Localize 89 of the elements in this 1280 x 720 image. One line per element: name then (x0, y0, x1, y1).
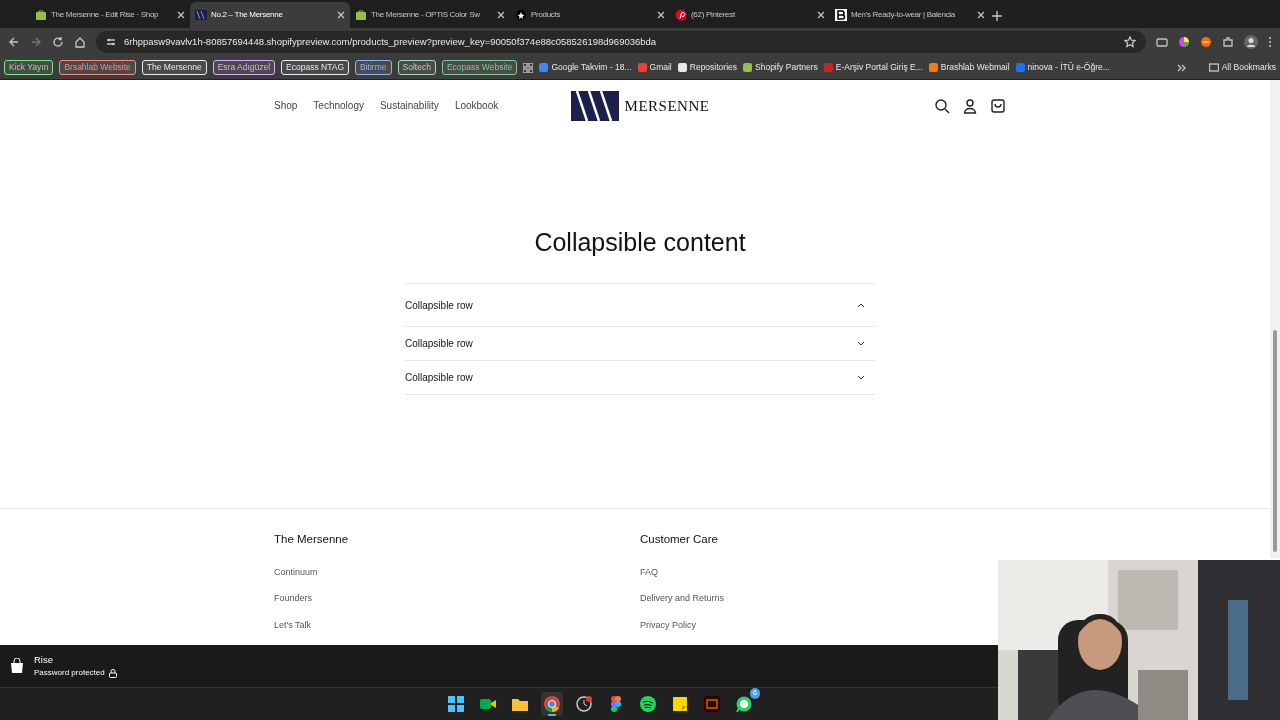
bag-icon (35, 9, 47, 21)
avatar-icon[interactable] (1244, 35, 1258, 49)
cart-icon[interactable] (990, 97, 1006, 114)
footer-heading: Customer Care (640, 532, 719, 548)
bookmark[interactable]: Ecopass Website (441, 60, 518, 75)
clock-icon (575, 695, 593, 713)
tune-icon (106, 37, 116, 47)
browser-tab[interactable]: Men's Ready-to-wear | Balencia (830, 2, 990, 28)
scroll-bar[interactable] (1270, 80, 1280, 558)
bookmark[interactable]: Gmail (637, 61, 672, 74)
spotify-icon (639, 695, 657, 713)
chrome-icon (543, 695, 561, 713)
tab-title: Products (531, 9, 562, 21)
all-bookmarks[interactable]: All Bookmarks (1208, 61, 1276, 74)
menu-icon[interactable] (1268, 36, 1272, 48)
nav-link[interactable]: Lookbook (454, 98, 499, 114)
status-text: Password protected (34, 667, 105, 680)
footer-link[interactable]: Continuum (274, 566, 318, 577)
forward-icon[interactable] (30, 36, 42, 48)
bookmark[interactable]: Soltech (397, 60, 436, 75)
stripes-icon (195, 9, 207, 21)
shopping-bag-icon (10, 658, 24, 674)
browser-tab[interactable]: The Mersenne - OPTIS Color Sw (350, 2, 510, 28)
url-text: 6rhppasw9vavlv1h-80857694448.shopifypreview.com/products_preview?preview_key=90050f374e88c058526198d969036bda (124, 34, 658, 49)
tab-title: (62) Pinterest (691, 9, 736, 21)
home-icon[interactable] (74, 36, 86, 48)
note-icon (671, 695, 689, 713)
search-icon[interactable] (934, 97, 950, 114)
bookmark[interactable]: Brsahlab Website (59, 60, 136, 75)
browser-tab[interactable]: (62) Pinterest (670, 2, 830, 28)
footer-link[interactable]: FAQ (640, 566, 658, 577)
bookmark[interactable]: ninova - İTÜ e-Öğre... (1015, 61, 1110, 74)
bookmark[interactable]: The Mersenne (141, 60, 207, 75)
folder-icon (1208, 63, 1219, 72)
close-icon[interactable] (657, 11, 665, 19)
tab-title: Men's Ready-to-wear | Balencia (851, 9, 956, 21)
close-icon[interactable] (817, 11, 825, 19)
chevrons-icon[interactable] (1176, 62, 1187, 73)
star-icon[interactable] (1124, 36, 1136, 48)
color-wheel-icon[interactable] (1178, 36, 1190, 48)
lock-icon (108, 668, 117, 678)
browser-tab[interactable]: No.2 – The Mersenne (190, 2, 350, 28)
bookmark[interactable]: Shopify Partners (743, 61, 818, 74)
bookmark[interactable]: Brashlab Webmail (928, 61, 1010, 74)
taskbar-app[interactable] (541, 692, 563, 716)
tab-title: No.2 – The Mersenne (211, 9, 284, 21)
bookmark[interactable]: Bitirme (355, 60, 392, 75)
close-icon[interactable] (497, 11, 505, 19)
apps-grid-icon[interactable] (523, 62, 534, 73)
artboard-icon (703, 695, 721, 713)
bookmark[interactable]: Ecopass NTAG (281, 60, 350, 75)
bookmark[interactable]: Kick Yayın (4, 60, 54, 75)
pin-icon (675, 9, 687, 21)
nav-link[interactable]: Sustainability (379, 98, 439, 114)
footer-link[interactable]: Privacy Policy (640, 619, 696, 630)
tab-title: The Mersenne - OPTIS Color Sw (371, 9, 481, 21)
nav-link[interactable]: Technology (313, 98, 364, 114)
reload-icon[interactable] (52, 36, 64, 48)
footer-link[interactable]: Delivery and Returns (640, 593, 725, 603)
stripes-icon (570, 90, 619, 121)
footer-heading: The Mersenne (274, 532, 350, 548)
section-heading: Collapsible content (533, 226, 747, 258)
nav-link[interactable]: Shop (274, 98, 298, 114)
b-icon (835, 9, 847, 21)
close-icon[interactable] (977, 11, 985, 19)
bookmark[interactable]: Esra Adıgüzel (212, 60, 276, 75)
bookmark[interactable]: Google Takvim - 18... (539, 61, 632, 74)
footer-link[interactable]: Let's Talk (274, 619, 312, 630)
back-icon[interactable] (8, 36, 20, 48)
bookmark[interactable]: Repositories (677, 61, 737, 74)
store-logo[interactable]: MERSENNE (570, 90, 710, 121)
account-icon[interactable] (962, 97, 978, 114)
star-icon (515, 9, 527, 21)
bookmark[interactable]: E-Arşiv Portal Giriş E... (823, 61, 923, 74)
close-icon[interactable] (337, 11, 345, 19)
accordion-row[interactable]: Collapsible row (405, 360, 875, 395)
accordion-row[interactable]: Collapsible row (405, 326, 875, 361)
bag-icon (355, 9, 367, 21)
chat-icon (735, 695, 753, 713)
browser-tab[interactable]: Products (510, 2, 670, 28)
tab-title: The Mersenne - Edit Rise · Shop (51, 9, 160, 21)
accordion-row[interactable]: Collapsible row (405, 283, 875, 327)
close-icon[interactable] (177, 11, 185, 19)
browser-tab[interactable]: The Mersenne - Edit Rise · Shop (30, 2, 190, 28)
theme-name: Rise (34, 652, 54, 667)
circle-icon[interactable] (1200, 36, 1212, 48)
footer-link[interactable]: Founders (274, 593, 313, 603)
windows-icon (447, 695, 465, 713)
address-bar[interactable]: 6rhppasw9vavlv1h-80857694448.shopifypreview.com/products_preview?preview_key=90050f374e88c058526198d969036bda (96, 31, 1146, 53)
